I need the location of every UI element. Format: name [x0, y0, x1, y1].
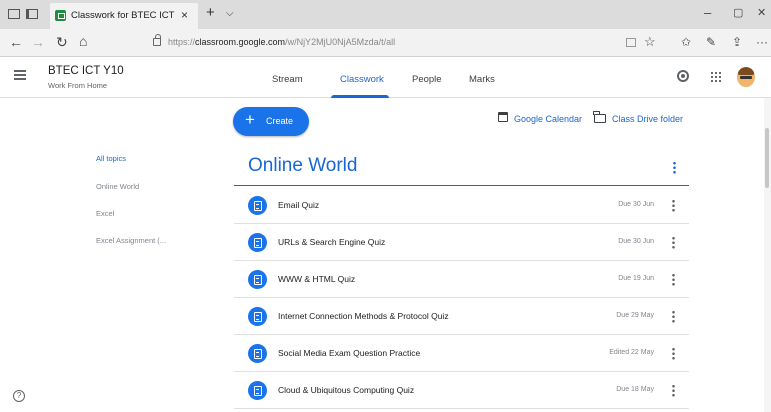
- list-item[interactable]: Social Media Exam Question Practice Edit…: [234, 335, 689, 372]
- calendar-icon: [498, 112, 508, 122]
- item-due: Edited 22 May: [609, 349, 654, 356]
- browser-tab-bar: Classwork for BTEC ICT × + ⌵ – ▢ ✕: [0, 0, 771, 29]
- topic-excel[interactable]: Excel: [96, 209, 114, 218]
- scrollbar-thumb[interactable]: [765, 128, 769, 188]
- avatar[interactable]: [737, 67, 755, 87]
- tab-list-chevron-icon[interactable]: ⌵: [226, 8, 234, 19]
- tab-stream[interactable]: Stream: [272, 74, 303, 85]
- section-divider: [234, 185, 689, 186]
- list-item[interactable]: Internet Connection Methods & Protocol Q…: [234, 298, 689, 335]
- reload-button[interactable]: ↻: [56, 34, 68, 51]
- back-button[interactable]: ←: [9, 34, 23, 50]
- class-drive-folder-link[interactable]: Class Drive folder: [612, 114, 683, 124]
- topic-all-topics[interactable]: All topics: [96, 154, 126, 163]
- share-icon[interactable]: ⇪: [732, 35, 742, 49]
- tab-title: Classwork for BTEC ICT: [71, 10, 175, 21]
- item-more-icon[interactable]: [672, 310, 675, 323]
- class-name[interactable]: BTEC ICT Y10: [48, 65, 124, 77]
- new-tab-button[interactable]: +: [206, 5, 215, 20]
- tab-people[interactable]: People: [412, 74, 442, 85]
- gear-icon[interactable]: [677, 70, 689, 82]
- assignment-icon: [248, 344, 267, 363]
- tab-actions-icon[interactable]: [8, 9, 20, 19]
- list-item[interactable]: WWW & HTML Quiz Due 19 Jun: [234, 261, 689, 298]
- item-more-icon[interactable]: [672, 199, 675, 212]
- home-button[interactable]: ⌂: [79, 33, 87, 49]
- tab-close-icon[interactable]: ×: [181, 8, 188, 22]
- item-title: WWW & HTML Quiz: [278, 274, 356, 284]
- folder-icon: [593, 111, 606, 123]
- favorites-icon[interactable]: ✩: [681, 35, 691, 49]
- topic-online-world[interactable]: Online World: [96, 182, 139, 191]
- reading-view-icon[interactable]: [626, 38, 636, 47]
- tab-classwork[interactable]: Classwork: [340, 74, 384, 85]
- class-subtitle: Work From Home: [48, 81, 108, 90]
- menu-icon[interactable]: [14, 70, 26, 80]
- more-icon[interactable]: ···: [756, 35, 768, 49]
- help-icon[interactable]: ?: [13, 390, 25, 402]
- list-item[interactable]: Email Quiz Due 30 Jun: [234, 187, 689, 224]
- list-item[interactable]: URLs & Search Engine Quiz Due 30 Jun: [234, 224, 689, 261]
- active-tab-indicator: [331, 95, 389, 98]
- create-label: Create: [266, 116, 294, 126]
- topic-excel-assignment[interactable]: Excel Assignment (...: [96, 236, 166, 245]
- item-title: URLs & Search Engine Quiz: [278, 237, 386, 247]
- favorite-star-icon[interactable]: ☆: [644, 34, 656, 50]
- item-due: Due 29 May: [616, 312, 654, 319]
- item-more-icon[interactable]: [672, 273, 675, 286]
- apps-grid-icon[interactable]: [710, 71, 721, 82]
- set-tabs-aside-icon[interactable]: [26, 9, 38, 19]
- assignment-icon: [248, 233, 267, 252]
- close-window-button[interactable]: ✕: [757, 6, 766, 19]
- assignment-icon: [248, 381, 267, 400]
- url-field[interactable]: https://classroom.google.com/w/NjY2MjU0N…: [168, 37, 395, 47]
- list-item[interactable]: Cloud & Ubiquitous Computing Quiz Due 18…: [234, 372, 689, 409]
- create-button[interactable]: + Create: [233, 107, 309, 136]
- item-title: Internet Connection Methods & Protocol Q…: [278, 311, 449, 321]
- notes-pen-icon[interactable]: ✎: [706, 35, 716, 49]
- section-title[interactable]: Online World: [248, 155, 357, 177]
- minimize-button[interactable]: –: [704, 5, 711, 20]
- item-title: Email Quiz: [278, 200, 320, 210]
- forward-button[interactable]: →: [31, 34, 45, 50]
- browser-tab-classwork[interactable]: Classwork for BTEC ICT ×: [50, 3, 198, 29]
- item-title: Social Media Exam Question Practice: [278, 348, 421, 358]
- assignment-icon: [248, 270, 267, 289]
- item-more-icon[interactable]: [672, 236, 675, 249]
- plus-icon: +: [245, 110, 255, 129]
- item-due: Due 30 Jun: [618, 238, 654, 245]
- classroom-favicon-icon: [55, 10, 66, 21]
- item-more-icon[interactable]: [672, 347, 675, 360]
- lock-icon: [153, 34, 161, 46]
- item-title: Cloud & Ubiquitous Computing Quiz: [278, 385, 415, 395]
- maximize-button[interactable]: ▢: [733, 6, 743, 19]
- item-due: Due 19 Jun: [618, 275, 654, 282]
- item-due: Due 18 May: [616, 386, 654, 393]
- assignment-icon: [248, 196, 267, 215]
- page-scrollbar[interactable]: [764, 98, 771, 412]
- address-bar: ← → ↻ ⌂ https://classroom.google.com/w/N…: [0, 29, 771, 57]
- section-more-icon[interactable]: [673, 161, 676, 174]
- item-more-icon[interactable]: [672, 384, 675, 397]
- google-calendar-link[interactable]: Google Calendar: [514, 114, 582, 124]
- classroom-header: BTEC ICT Y10 Work From Home Stream Class…: [0, 58, 771, 98]
- item-due: Due 30 Jun: [618, 201, 654, 208]
- tab-marks[interactable]: Marks: [469, 74, 495, 85]
- assignment-icon: [248, 307, 267, 326]
